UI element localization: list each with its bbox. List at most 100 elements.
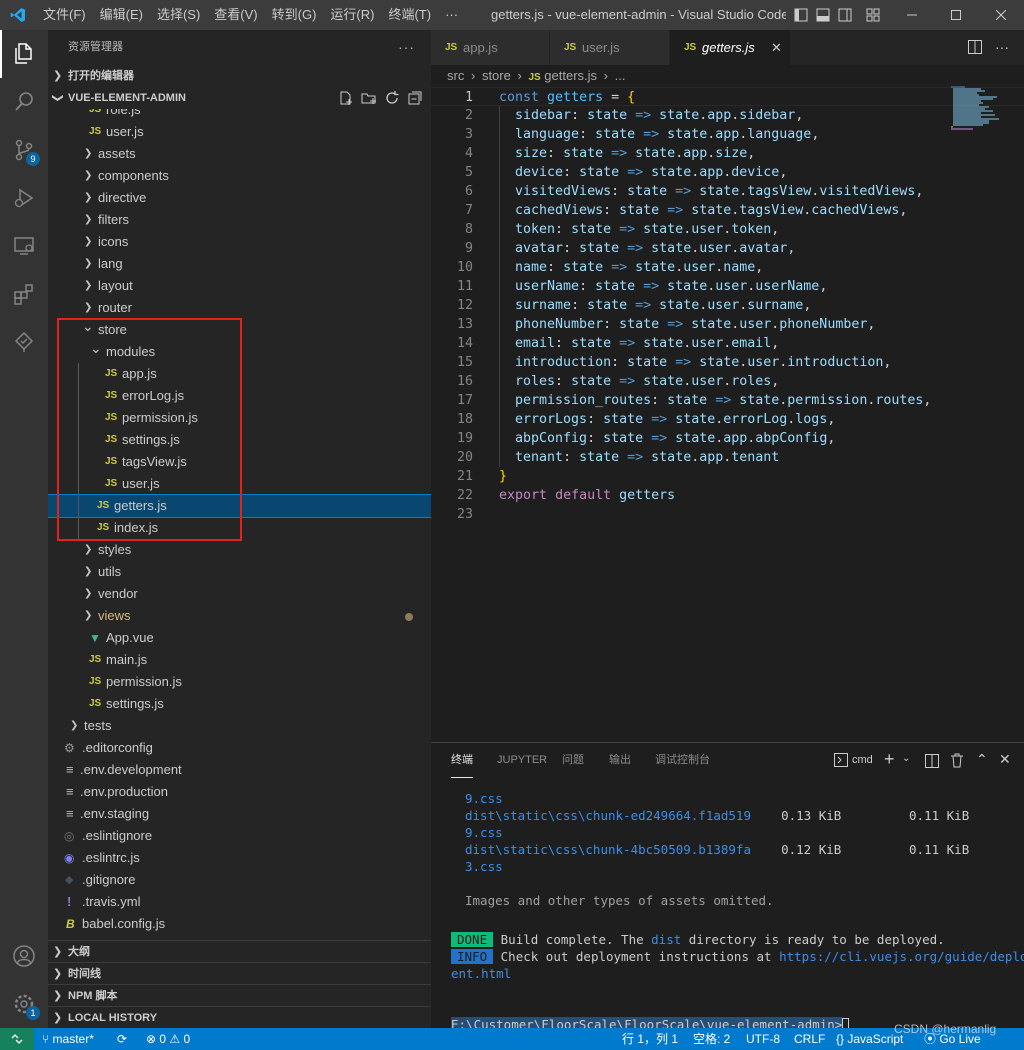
tree-file[interactable]: JS getters.js: [48, 494, 431, 518]
tree-folder[interactable]: ⌄ modules: [48, 340, 431, 363]
more-actions-icon[interactable]: ···: [398, 30, 415, 65]
menu-item[interactable]: 查看(V): [207, 0, 264, 30]
explorer-icon[interactable]: [0, 30, 48, 78]
tree-folder[interactable]: ❯ assets: [48, 143, 431, 165]
tree-folder[interactable]: ❯ icons: [48, 231, 431, 253]
tree-file[interactable]: JS app.js: [48, 363, 431, 385]
tree-file[interactable]: Bbabel.config.js: [48, 913, 431, 935]
tree-file[interactable]: JS user.js: [48, 473, 431, 495]
section-header[interactable]: ❯ NPM 脚本: [48, 984, 431, 1006]
toggle-sidebar-icon[interactable]: [790, 0, 812, 30]
breadcrumb-src[interactable]: src: [447, 68, 464, 83]
tree-file[interactable]: ◉ .eslintrc.js: [48, 847, 431, 869]
tree-file[interactable]: JS errorLog.js: [48, 385, 431, 407]
run-debug-icon[interactable]: [0, 174, 48, 222]
extensions-icon[interactable]: [0, 270, 48, 318]
project-section-header[interactable]: ❯ VUE-ELEMENT-ADMIN: [48, 87, 431, 109]
end-of-line[interactable]: CRLF: [794, 1028, 825, 1050]
tree-file[interactable]: JS settings.js: [48, 693, 431, 715]
sync-icon[interactable]: ⟳: [117, 1028, 127, 1050]
source-control-icon[interactable]: 9: [0, 126, 48, 174]
tree-file[interactable]: JS permission.js: [48, 407, 431, 429]
close-tab-icon[interactable]: ✕: [771, 30, 782, 65]
minimize-icon[interactable]: [890, 0, 934, 30]
panel-tab[interactable]: 问题: [562, 743, 584, 778]
tree-file[interactable]: JS permission.js: [48, 671, 431, 693]
tree-file[interactable]: ▼ App.vue: [48, 627, 431, 649]
section-header[interactable]: ❯ 时间线: [48, 962, 431, 984]
tree-folder[interactable]: ❯ lang: [48, 253, 431, 275]
problems-indicator[interactable]: ⊗ 0 ⚠ 0: [146, 1028, 190, 1050]
panel-tab[interactable]: 输出: [609, 743, 631, 778]
menu-item[interactable]: 文件(F): [36, 0, 93, 30]
minimap[interactable]: [951, 85, 1011, 130]
encoding[interactable]: UTF-8: [746, 1028, 780, 1050]
tree-file[interactable]: JS settings.js: [48, 429, 431, 451]
split-terminal-icon[interactable]: [925, 754, 939, 771]
code-editor[interactable]: 1 const getters = {2 sidebar: state => st…: [431, 87, 1024, 742]
tree-file[interactable]: JS tagsView.js: [48, 451, 431, 473]
tree-file[interactable]: ! .travis.yml: [48, 891, 431, 913]
tree-folder[interactable]: ❯ utils: [48, 561, 431, 583]
tree-folder[interactable]: ❯ layout: [48, 275, 431, 297]
toggle-secondary-sidebar-icon[interactable]: [834, 0, 856, 30]
menu-item[interactable]: 运行(R): [323, 0, 381, 30]
close-panel-icon[interactable]: ✕: [999, 751, 1011, 768]
tree-file[interactable]: ≡ .env.development: [48, 759, 431, 781]
branch-indicator[interactable]: ⑂ master*: [42, 1028, 94, 1050]
remote-explorer-icon[interactable]: [0, 222, 48, 270]
menu-item[interactable]: 编辑(E): [93, 0, 150, 30]
kill-terminal-trash-icon[interactable]: [950, 753, 964, 771]
maximize-panel-chevron-up-icon[interactable]: ⌃: [976, 751, 988, 768]
breadcrumb-file[interactable]: getters.js: [544, 68, 597, 83]
cursor-position[interactable]: 行 1，列 1: [622, 1028, 678, 1050]
testing-icon[interactable]: [0, 318, 48, 366]
tree-file[interactable]: JS role.js: [48, 109, 431, 121]
tree-folder[interactable]: ❯ directive: [48, 187, 431, 209]
tree-file[interactable]: ≡ .env.production: [48, 781, 431, 803]
menu-item[interactable]: 转到(G): [265, 0, 324, 30]
search-icon[interactable]: [0, 78, 48, 126]
tree-file[interactable]: ◎ .eslintignore: [48, 825, 431, 847]
breadcrumb-store[interactable]: store: [482, 68, 511, 83]
tab-app-js[interactable]: JS app.js: [431, 30, 550, 65]
section-header[interactable]: ❯ 大纲: [48, 940, 431, 962]
indentation[interactable]: 空格: 2: [693, 1028, 730, 1050]
tree-folder[interactable]: ❯ tests: [48, 715, 431, 737]
toggle-panel-icon[interactable]: [812, 0, 834, 30]
tree-file[interactable]: ⚙ .editorconfig: [48, 737, 431, 759]
tree-file[interactable]: JS index.js: [48, 517, 431, 539]
section-header[interactable]: ❯ LOCAL HISTORY: [48, 1006, 431, 1028]
manage-gear-icon[interactable]: 1: [0, 980, 48, 1028]
terminal-shell-selector[interactable]: cmd: [834, 753, 873, 767]
new-terminal-icon[interactable]: +: [884, 749, 895, 770]
tree-folder[interactable]: ❯ router: [48, 297, 431, 319]
tree-file[interactable]: ≡ .env.staging: [48, 803, 431, 825]
menu-item[interactable]: ···: [438, 0, 465, 30]
tree-folder[interactable]: ❯ styles: [48, 539, 431, 561]
panel-tab[interactable]: JUPYTER: [497, 743, 547, 778]
accounts-icon[interactable]: [0, 932, 48, 980]
panel-tab[interactable]: 终端: [451, 743, 473, 778]
tree-file[interactable]: ◆ .gitignore: [48, 869, 431, 891]
tree-file[interactable]: JS user.js: [48, 121, 431, 143]
tree-folder[interactable]: ❯ views: [48, 605, 431, 627]
panel-tab[interactable]: 调试控制台: [655, 743, 710, 778]
close-window-icon[interactable]: [978, 0, 1024, 30]
terminal-dropdown-chevron-down-icon[interactable]: ⌄: [902, 753, 910, 764]
tab-user-js[interactable]: JS user.js: [550, 30, 670, 65]
breadcrumb-symbol[interactable]: ...: [615, 68, 626, 83]
more-actions-icon[interactable]: ···: [995, 30, 1009, 65]
open-editors-section[interactable]: ❯ 打开的编辑器: [48, 65, 431, 87]
tree-folder[interactable]: ❯ filters: [48, 209, 431, 231]
menu-item[interactable]: 选择(S): [150, 0, 207, 30]
tree-folder[interactable]: ⌄ store: [48, 318, 431, 341]
customize-layout-icon[interactable]: [862, 0, 884, 30]
tree-file[interactable]: JS main.js: [48, 649, 431, 671]
remote-indicator-icon[interactable]: [0, 1028, 34, 1050]
tree-folder[interactable]: ❯ components: [48, 165, 431, 187]
tab-getters-js[interactable]: JS getters.js ✕: [670, 30, 791, 65]
tree-folder[interactable]: ❯ vendor: [48, 583, 431, 605]
menu-item[interactable]: 终端(T): [381, 0, 438, 30]
maximize-icon[interactable]: [934, 0, 978, 30]
